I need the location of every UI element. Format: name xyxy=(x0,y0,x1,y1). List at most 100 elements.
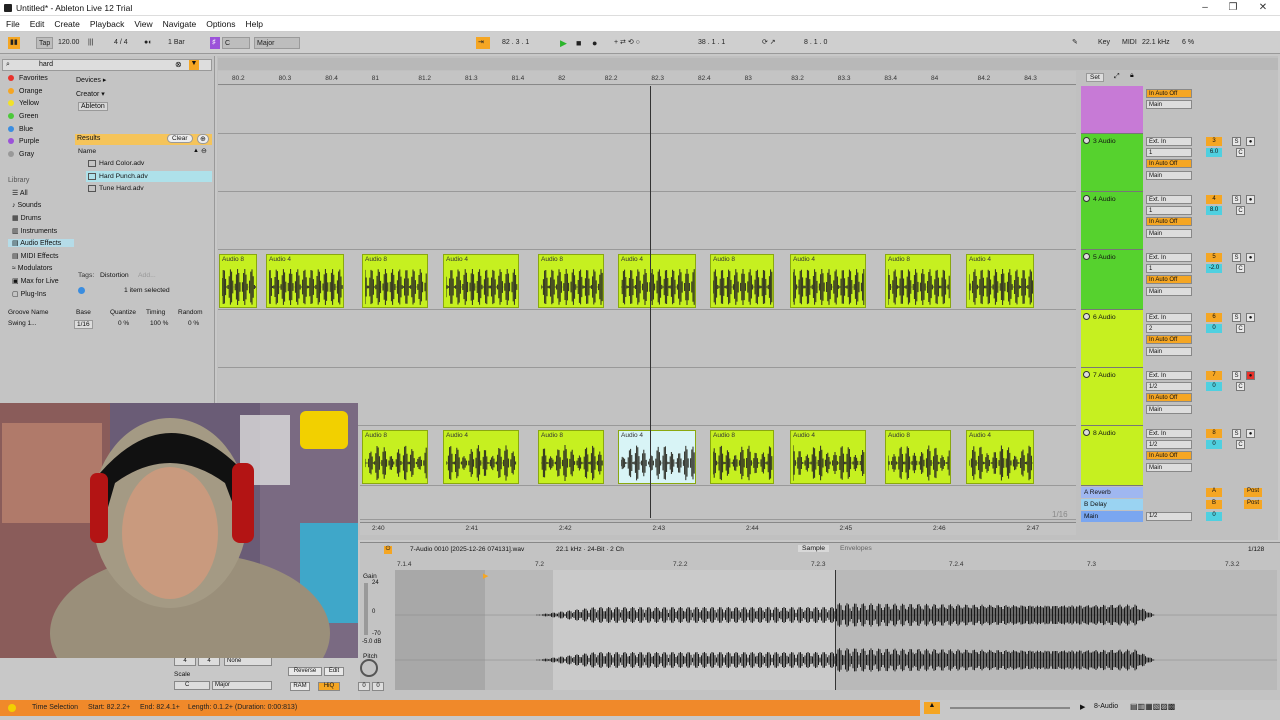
main-track[interactable]: Main xyxy=(1081,511,1143,522)
collection-purple[interactable]: Purple xyxy=(8,138,39,145)
search-box[interactable]: ⌕ hard ⊗ ▼ xyxy=(2,59,212,71)
audio-clip[interactable]: Audio 8 xyxy=(362,430,428,484)
channel-select[interactable]: 1/2 xyxy=(1146,440,1192,449)
arm-button[interactable]: ● xyxy=(1246,313,1255,322)
groove-select[interactable]: None xyxy=(224,657,272,666)
main-out-select[interactable]: 1/2 xyxy=(1146,512,1192,521)
output-select[interactable]: Main xyxy=(1146,171,1192,180)
draw-mode-icon[interactable]: ✎ xyxy=(1070,37,1080,49)
monitor-buttons[interactable]: In Auto Off xyxy=(1146,393,1192,402)
return-track-b[interactable]: B Delay xyxy=(1081,499,1143,510)
add-filter-icon[interactable]: ⊕ xyxy=(197,134,209,144)
tab-sample[interactable]: Sample xyxy=(798,545,830,552)
minimize-icon[interactable]: – xyxy=(1198,1,1212,15)
fold-icon[interactable] xyxy=(1083,253,1090,260)
input-select[interactable]: Ext. In xyxy=(1146,371,1192,380)
track-header[interactable]: 7 Audio xyxy=(1081,368,1143,426)
lock-icon[interactable]: 🔒︎ xyxy=(1130,72,1134,80)
audio-clip[interactable]: Audio 4 xyxy=(443,430,519,484)
groove-timing[interactable]: 100 % xyxy=(150,320,168,327)
pan-field[interactable]: C xyxy=(1236,206,1245,215)
audio-clip[interactable]: Audio 8 xyxy=(710,254,774,308)
library-max-for-live[interactable]: ▣ Max for Live xyxy=(12,277,59,285)
audio-clip[interactable]: Audio 4 xyxy=(966,254,1034,308)
fold-icon[interactable] xyxy=(1083,313,1090,320)
pan-field[interactable]: C xyxy=(1236,264,1245,273)
library-sounds[interactable]: ♪ Sounds xyxy=(12,202,41,209)
library-all[interactable]: ☰ All xyxy=(12,189,28,197)
fold-icon[interactable] xyxy=(1083,195,1090,202)
audio-clip[interactable]: Audio 8 xyxy=(885,254,951,308)
pan-field[interactable]: C xyxy=(1236,382,1245,391)
audio-clip[interactable]: Audio 8 xyxy=(885,430,951,484)
result-item-selected[interactable]: Hard Punch.adv xyxy=(86,171,212,182)
channel-select[interactable]: 1 xyxy=(1146,148,1192,157)
beat-ruler[interactable]: 80.2 80.3 80.4 81 81.2 81.3 81.4 82 82.2 82.3 82.4… xyxy=(218,71,1076,85)
audio-clip[interactable]: Audio 8 xyxy=(362,254,428,308)
audio-clip[interactable]: Audio 4 xyxy=(618,254,696,308)
filter-creator[interactable]: Creator ▾ xyxy=(76,90,105,98)
follow-icon[interactable]: ⇥ xyxy=(476,37,490,49)
fold-icon[interactable] xyxy=(1083,371,1090,378)
audio-clip[interactable]: Audio 4 xyxy=(966,430,1034,484)
reverse-button[interactable]: Reverse xyxy=(288,667,322,676)
key-select[interactable]: C xyxy=(222,37,250,49)
track-activator[interactable]: 3 xyxy=(1206,137,1222,146)
column-options-icon[interactable]: ⊖ xyxy=(201,147,207,155)
start-marker-icon[interactable]: ▶ xyxy=(483,572,488,580)
track-lane[interactable] xyxy=(218,134,1076,192)
collection-orange[interactable]: Orange xyxy=(8,88,42,95)
filter-devices[interactable]: Devices ▸ xyxy=(76,76,106,84)
return-a-post[interactable]: Post xyxy=(1244,488,1262,497)
detail-key-select[interactable]: C xyxy=(174,681,210,690)
collection-yellow[interactable]: Yellow xyxy=(8,100,39,107)
output-select[interactable]: Main xyxy=(1146,347,1192,356)
track-activator[interactable]: 4 xyxy=(1206,195,1222,204)
channel-select[interactable]: 1/2 xyxy=(1146,382,1192,391)
search-input[interactable]: hard xyxy=(39,61,53,68)
audio-clip[interactable]: Audio 8 xyxy=(538,254,604,308)
arm-button[interactable]: ● xyxy=(1246,253,1255,262)
tag-distortion[interactable]: Distortion xyxy=(100,272,129,279)
tempo-field[interactable]: 120.00 xyxy=(56,37,81,49)
audio-clip[interactable]: Audio 4 xyxy=(790,430,866,484)
arm-button[interactable]: ● xyxy=(1246,137,1255,146)
track-activator[interactable]: 5 xyxy=(1206,253,1222,262)
key-map-button[interactable]: Key xyxy=(1096,37,1112,49)
arm-button[interactable]: ● xyxy=(1246,371,1255,380)
track-activator[interactable]: 8 xyxy=(1206,429,1222,438)
track-activator[interactable]: 6 xyxy=(1206,313,1222,322)
menu-navigate[interactable]: Navigate xyxy=(163,19,197,29)
sample-waveform[interactable]: ▶ xyxy=(395,570,1277,690)
scale-select[interactable]: Major xyxy=(254,37,300,49)
pitch-knob[interactable] xyxy=(360,659,378,677)
volume-field[interactable]: 6.0 xyxy=(1206,148,1222,157)
position-field[interactable]: 82 . 3 . 1 xyxy=(500,37,531,49)
monitor-buttons[interactable]: In Auto Off xyxy=(1146,89,1192,98)
restore-icon[interactable]: ❐ xyxy=(1226,1,1240,15)
signature-numerator[interactable]: 4 xyxy=(174,657,196,666)
output-select[interactable]: Main xyxy=(1146,463,1192,472)
volume-field[interactable]: 0 xyxy=(1206,440,1222,449)
track-header[interactable]: 3 Audio xyxy=(1081,134,1143,192)
library-instruments[interactable]: ▥ Instruments xyxy=(12,227,57,235)
monitor-buttons[interactable]: In Auto Off xyxy=(1146,217,1192,226)
fold-icon[interactable] xyxy=(1083,137,1090,144)
solo-button[interactable]: S xyxy=(1232,429,1241,438)
solo-button[interactable]: S xyxy=(1232,371,1241,380)
loop-length-field[interactable]: 8 . 1 . 0 xyxy=(802,37,829,49)
library-modulators[interactable]: ≈ Modulators xyxy=(12,265,52,272)
menu-create[interactable]: Create xyxy=(54,19,80,29)
return-lanes[interactable] xyxy=(360,486,1076,520)
audio-clip[interactable]: Audio 4 xyxy=(443,254,519,308)
loop-toggle-icon[interactable]: ⟳ ↗ xyxy=(760,37,778,49)
output-select[interactable]: Main xyxy=(1146,405,1192,414)
pan-field[interactable]: C xyxy=(1236,148,1245,157)
info-icon[interactable] xyxy=(78,287,85,294)
menu-edit[interactable]: Edit xyxy=(30,19,45,29)
menu-options[interactable]: Options xyxy=(206,19,235,29)
overview-strip[interactable] xyxy=(218,58,1278,70)
collection-gray[interactable]: Gray xyxy=(8,151,34,158)
track-header[interactable]: 6 Audio xyxy=(1081,310,1143,368)
channel-select[interactable]: 2 xyxy=(1146,324,1192,333)
